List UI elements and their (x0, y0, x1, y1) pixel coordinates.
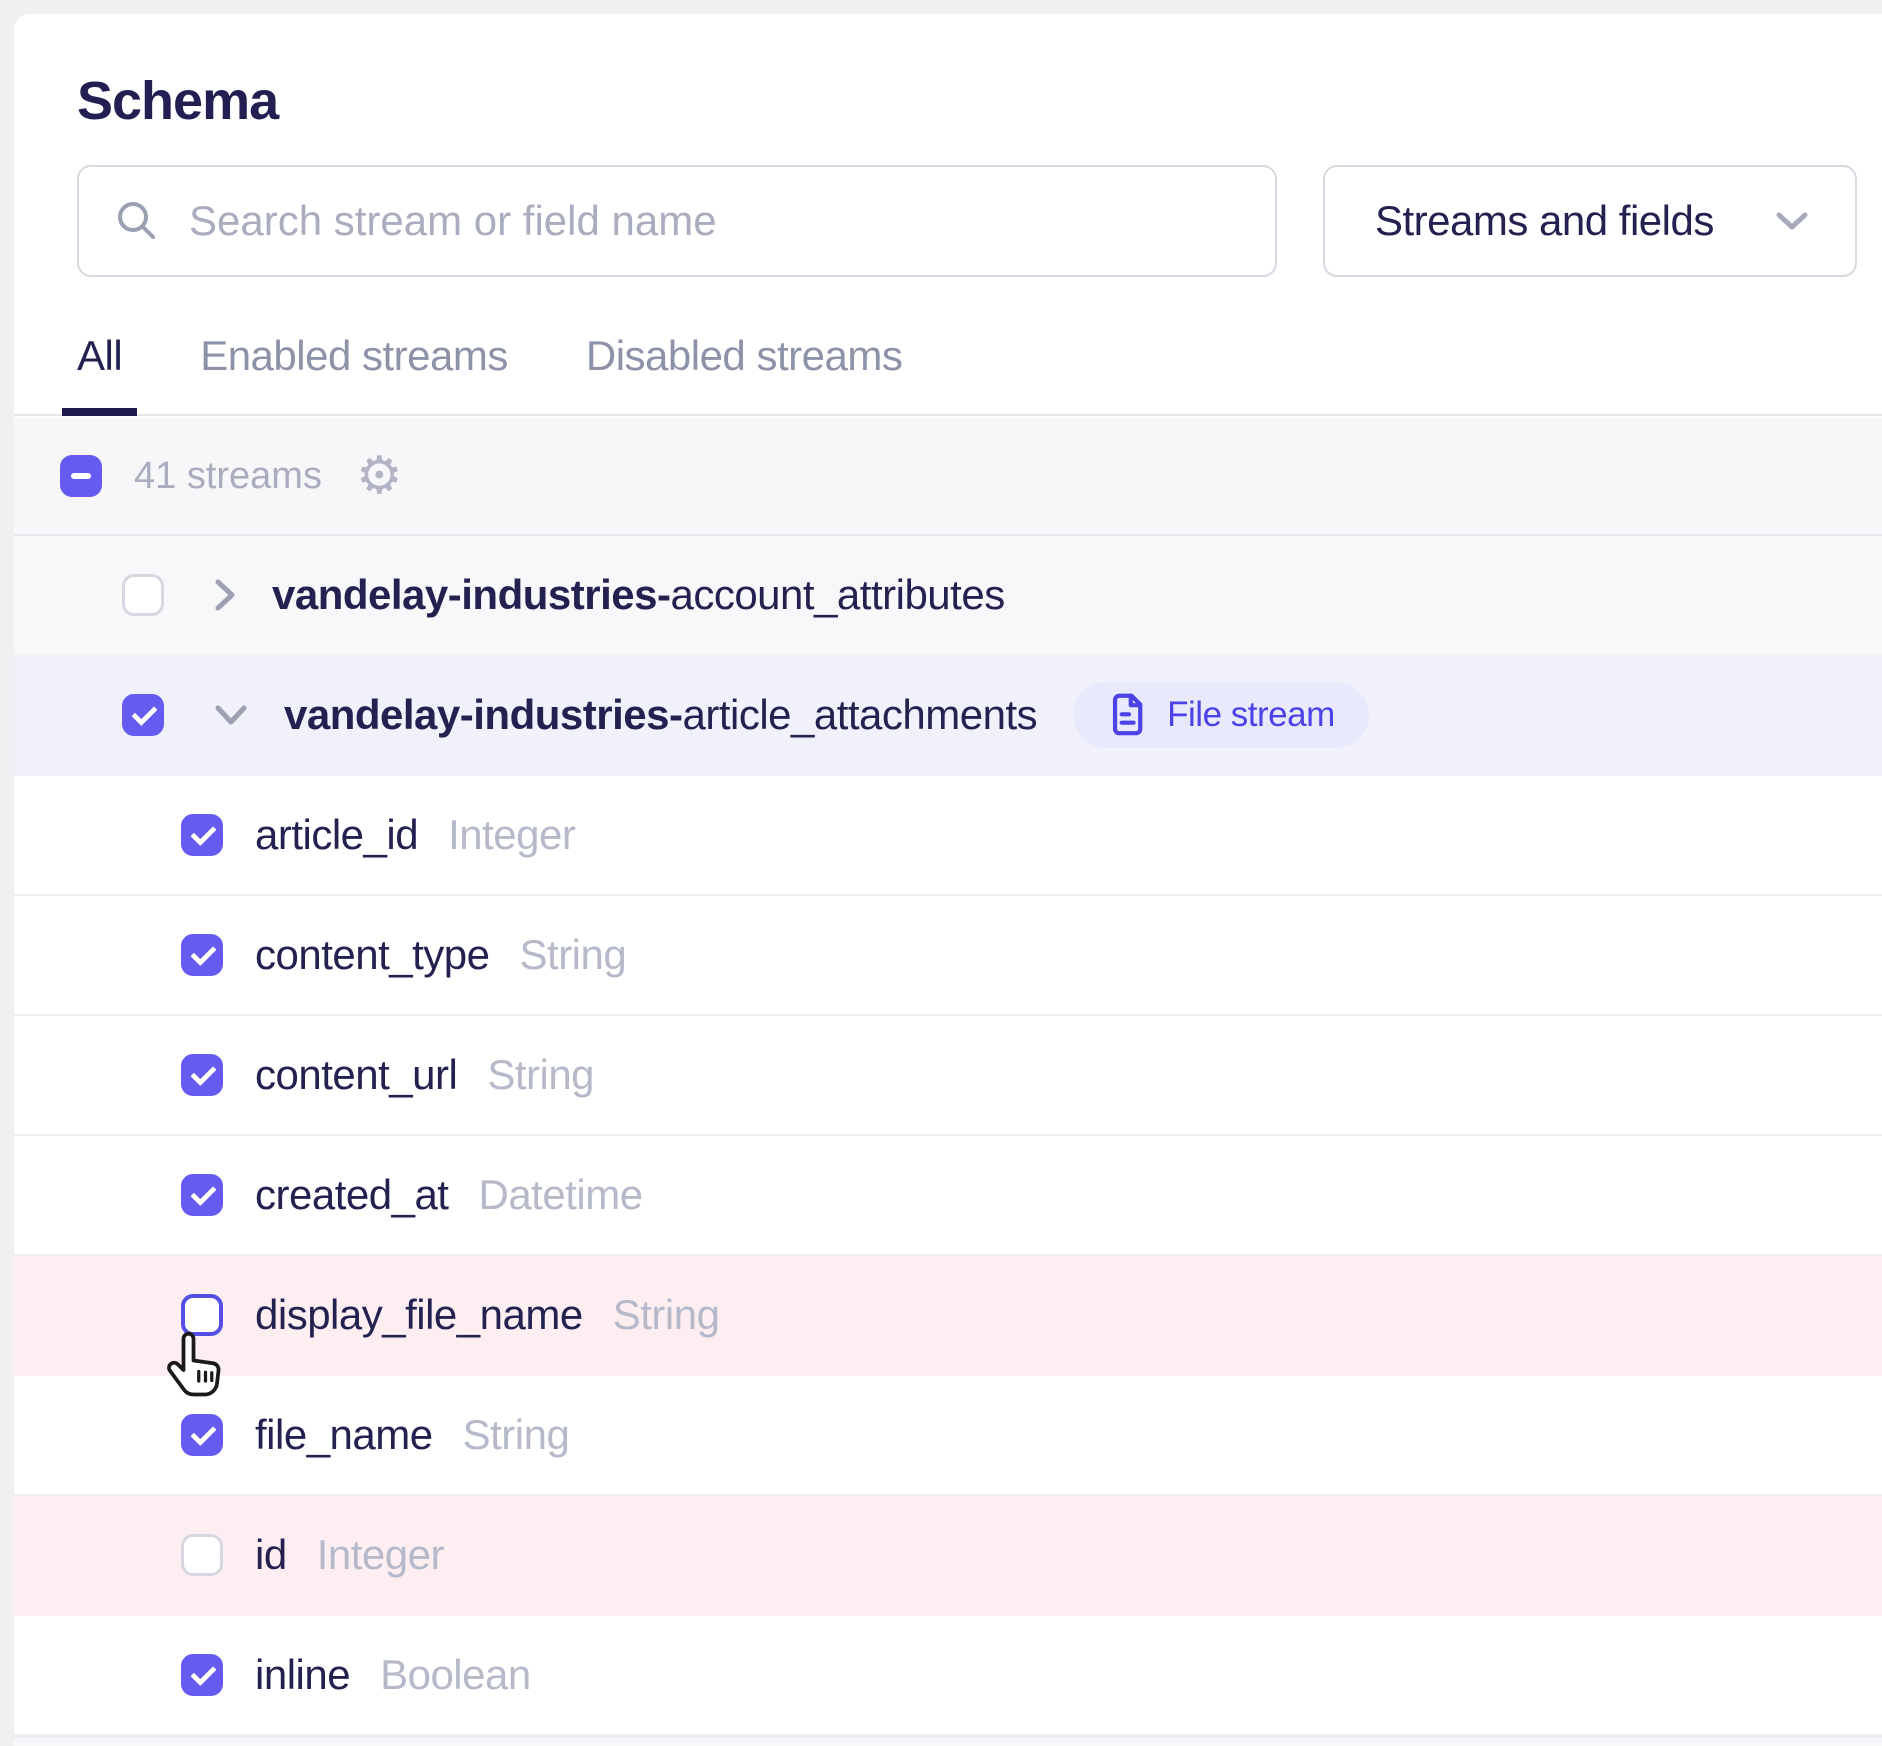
stream-checkbox[interactable] (122, 574, 164, 616)
field-checkbox[interactable] (181, 1294, 223, 1336)
tab-bar: All Enabled streams Disabled streams (14, 320, 1882, 416)
field-row[interactable]: article_id Integer (14, 776, 1882, 896)
field-row[interactable]: display_file_name String (14, 1256, 1882, 1376)
field-type: String (613, 1291, 720, 1339)
chevron-right-icon (212, 576, 238, 614)
field-checkbox[interactable] (181, 1654, 223, 1696)
schema-card: Schema Streams and fields All Enabled st… (14, 14, 1882, 1746)
field-name: id (255, 1531, 287, 1579)
filter-dropdown-value: Streams and fields (1375, 197, 1773, 245)
field-name: content_url (255, 1051, 457, 1099)
stream-name: vandelay-industries-article_attachments (284, 691, 1037, 739)
search-icon (115, 199, 159, 243)
field-name: display_file_name (255, 1291, 583, 1339)
stream-row[interactable]: vandelay-industries-article_attachments … (14, 656, 1882, 776)
chevron-down-icon (212, 702, 250, 728)
search-box[interactable] (77, 165, 1277, 277)
streams-toolbar: 41 streams ⚙ (14, 418, 1882, 536)
tab-enabled-streams[interactable]: Enabled streams (185, 332, 523, 414)
field-type: String (520, 931, 627, 979)
stream-checkbox[interactable] (122, 694, 164, 736)
expand-toggle[interactable] (212, 576, 238, 614)
badge-label: File stream (1167, 695, 1335, 735)
tab-disabled-streams[interactable]: Disabled streams (571, 332, 917, 414)
file-icon (1107, 692, 1149, 738)
schema-screen: Schema Streams and fields All Enabled st… (0, 0, 1882, 1746)
page-title: Schema (77, 70, 278, 132)
field-checkbox[interactable] (181, 1534, 223, 1576)
filter-dropdown[interactable]: Streams and fields (1323, 165, 1857, 277)
stream-row[interactable]: vandelay-industries-account_attributes (14, 536, 1882, 656)
field-type: Boolean (380, 1651, 531, 1699)
field-type: Integer (448, 811, 575, 859)
field-row[interactable]: created_at Datetime (14, 1136, 1882, 1256)
stream-name: vandelay-industries-account_attributes (272, 571, 1005, 619)
field-name: article_id (255, 811, 418, 859)
stream-list: vandelay-industries-account_attributes v… (14, 536, 1882, 1736)
field-name: content_type (255, 931, 490, 979)
field-type: String (487, 1051, 594, 1099)
tab-all[interactable]: All (62, 332, 137, 414)
next-row-sliver (14, 1736, 1882, 1746)
field-name: created_at (255, 1171, 448, 1219)
field-checkbox[interactable] (181, 934, 223, 976)
field-checkbox[interactable] (181, 814, 223, 856)
field-checkbox[interactable] (181, 1054, 223, 1096)
field-type: Integer (317, 1531, 444, 1579)
field-row[interactable]: inline Boolean (14, 1616, 1882, 1736)
field-checkbox[interactable] (181, 1414, 223, 1456)
expand-toggle[interactable] (212, 702, 250, 728)
field-type: String (463, 1411, 570, 1459)
field-type: Datetime (478, 1171, 642, 1219)
field-row[interactable]: file_name String (14, 1376, 1882, 1496)
field-row[interactable]: id Integer (14, 1496, 1882, 1616)
chevron-down-icon (1773, 209, 1811, 233)
field-row[interactable]: content_url String (14, 1016, 1882, 1136)
search-input[interactable] (187, 196, 1245, 246)
field-row[interactable]: content_type String (14, 896, 1882, 1016)
field-name: inline (255, 1651, 350, 1699)
select-all-checkbox[interactable] (60, 455, 102, 497)
stream-count: 41 streams (134, 455, 322, 498)
gear-icon[interactable]: ⚙ (356, 450, 403, 502)
file-stream-badge: File stream (1073, 682, 1369, 748)
field-name: file_name (255, 1411, 433, 1459)
field-checkbox[interactable] (181, 1174, 223, 1216)
